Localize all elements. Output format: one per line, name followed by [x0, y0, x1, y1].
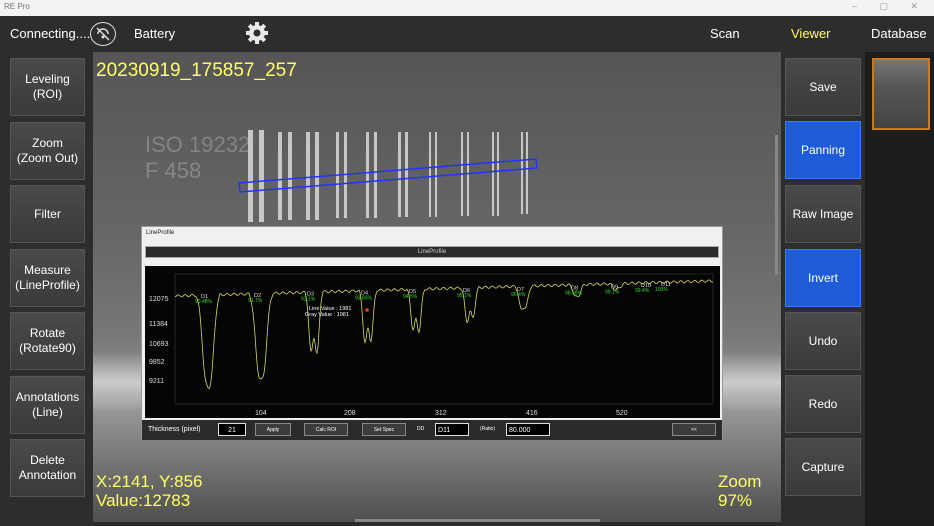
line-profile-plot[interactable]: 12075 11384 10693 9852 9211 104 208 312 416 520 D1… [145, 266, 720, 418]
line-profile-controls: Thickness (pixel) 21 Apply Calc ROI Set … [142, 420, 722, 440]
save-button[interactable]: Save [785, 58, 861, 116]
percent-label: 95.1% [457, 293, 472, 299]
rotate-button[interactable]: Rotate (Rotate90) [10, 312, 85, 370]
image-filename: 20230919_175857_257 [96, 60, 297, 81]
x-tick-label: 104 [255, 410, 267, 417]
percent-label: 92.1% [301, 297, 316, 303]
dialog-title: LineProfile [146, 230, 175, 236]
percent-label: 99.1% [605, 289, 620, 295]
cursor-gray-value: Gray Value : 1981 [305, 312, 349, 318]
redo-button[interactable]: Redo [785, 375, 861, 433]
thumbnail-strip [865, 52, 934, 526]
right-tool-panel: Save Panning Raw Image Invert Undo Redo … [783, 52, 865, 526]
x-tick-label: 312 [435, 410, 447, 417]
percent-label: 98.38% [565, 291, 583, 297]
measure-button[interactable]: Measure (LineProfile) [10, 249, 85, 307]
invert-button[interactable]: Invert [785, 249, 861, 307]
thickness-input[interactable]: 21 [218, 423, 246, 436]
y-tick-label: 11384 [149, 321, 168, 328]
percent-label: 100% [655, 287, 668, 293]
percent-label: 91.7% [248, 298, 263, 304]
tab-database[interactable]: Database [871, 26, 927, 41]
dd-input[interactable]: D11 [435, 423, 469, 436]
percent-label: 96.4% [511, 292, 526, 298]
battery-status: Battery [134, 26, 176, 41]
left-tool-panel: Leveling (ROI) Zoom (Zoom Out) Filter Me… [0, 52, 93, 526]
cursor-coords: X:2141, Y:856 [96, 472, 203, 491]
zoom-button[interactable]: Zoom (Zoom Out) [10, 122, 85, 180]
dd-label: DD [417, 426, 425, 432]
y-tick-label: 9852 [149, 359, 165, 366]
ratio-input[interactable]: 80.000 [506, 423, 550, 436]
leveling-button[interactable]: Leveling (ROI) [10, 58, 85, 116]
horizontal-scrollbar[interactable] [355, 519, 600, 522]
percent-label: 99.4% [635, 288, 650, 294]
tab-viewer[interactable]: Viewer [791, 26, 831, 41]
vertical-scrollbar[interactable] [775, 135, 778, 275]
disconnected-icon [90, 22, 116, 46]
zoom-readout: Zoom 97% [718, 472, 761, 510]
calc-roi-button[interactable]: Calc ROI [304, 423, 348, 436]
line-profile-chart: 12075113841069398529211104 208 312 416 520D1… [149, 273, 714, 417]
zoom-value: 97% [718, 491, 753, 510]
x-tick-label: 416 [526, 410, 538, 417]
zoom-label: Zoom [718, 472, 762, 491]
y-tick-label: 9211 [149, 378, 164, 385]
top-bar: Connecting.... Battery Scan Viewer Datab… [0, 16, 934, 52]
dialog-header: LineProfile [145, 246, 719, 258]
collapse-button[interactable]: << [672, 423, 716, 436]
percent-label: 90.48% [195, 299, 213, 305]
y-tick-label: 10693 [149, 341, 169, 348]
settings-gear-icon[interactable] [245, 21, 269, 45]
ratio-label: (Ratio) [480, 426, 496, 432]
window-controls[interactable]: – ▢ ✕ [852, 1, 928, 12]
raw-image-button[interactable]: Raw Image [785, 185, 861, 243]
panning-button[interactable]: Panning [785, 121, 861, 179]
apply-button[interactable]: Apply [255, 423, 291, 436]
thickness-label: Thickness (pixel) [148, 426, 201, 433]
window-title-bar: RE Pro – ▢ ✕ [0, 0, 934, 16]
set-spec-button[interactable]: Set Spec [362, 423, 406, 436]
x-tick-label: 208 [344, 410, 356, 417]
annotations-button[interactable]: Annotations (Line) [10, 376, 85, 434]
x-tick-label: 520 [616, 410, 628, 417]
y-tick-label: 12075 [149, 296, 169, 303]
pixel-value: Value:12783 [96, 491, 191, 510]
line-profile-dialog: LineProfile LineProfile 12075 11384 10693 9… [141, 226, 723, 440]
percent-label: 94.5% [403, 294, 418, 300]
cursor-readout: X:2141, Y:856 Value:12783 [96, 472, 203, 510]
filter-button[interactable]: Filter [10, 185, 85, 243]
delete-annotation-button[interactable]: Delete Annotation [10, 439, 85, 497]
tab-scan[interactable]: Scan [710, 26, 740, 41]
app-name: RE Pro [4, 2, 30, 11]
undo-button[interactable]: Undo [785, 312, 861, 370]
image-thumbnail-selected[interactable] [872, 58, 930, 130]
connection-status: Connecting.... [10, 26, 91, 41]
capture-button[interactable]: Capture [785, 438, 861, 496]
cursor-marker [365, 308, 369, 312]
percent-label: 93.85% [355, 295, 373, 301]
